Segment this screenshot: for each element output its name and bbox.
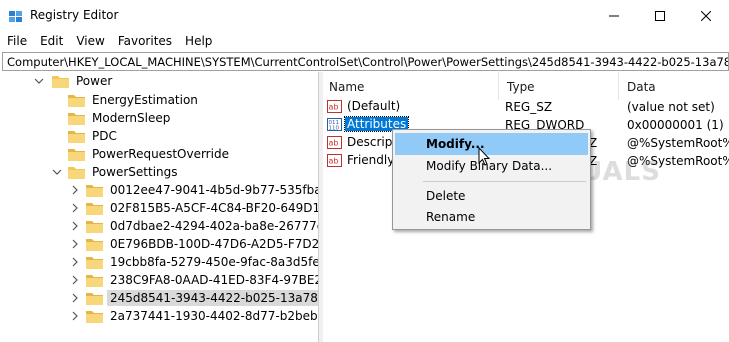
tree-item-label: ModernSleep [92, 111, 171, 125]
tree-item-guid[interactable]: 0d7dbae2-4294-402a-ba8e-26777e848 [70, 217, 318, 235]
menu-bar: File Edit View Favorites Help [0, 31, 729, 51]
tree-item-guid[interactable]: 238C9FA8-0AAD-41ED-83F4-97BE242 [70, 271, 318, 289]
folder-icon [86, 238, 103, 251]
folder-icon [86, 220, 103, 233]
menu-file[interactable]: File [0, 31, 33, 51]
value-row[interactable]: ab (Default) REG_SZ (value not set) [323, 98, 729, 116]
svg-text:ab: ab [329, 139, 339, 148]
menu-item-modify[interactable]: Modify... [395, 133, 588, 155]
window-title: Registry Editor [30, 8, 119, 22]
tree-item-modernsleep[interactable]: ModernSleep [68, 109, 173, 127]
registry-tree[interactable]: Power EnergyEstimation ModernSleep PDC P… [2, 72, 318, 340]
chevron-right-icon[interactable] [70, 311, 80, 321]
maximize-button[interactable] [637, 0, 683, 31]
tree-item-guid-selected[interactable]: 245d8541-3943-4422-b025-13a784f67 [70, 289, 318, 307]
folder-icon [86, 310, 103, 323]
svg-text:ab: ab [329, 157, 339, 166]
folder-icon [86, 202, 103, 215]
tree-item-energyestimation[interactable]: EnergyEstimation [68, 91, 201, 109]
tree-item-guid[interactable]: 0012ee47-9041-4b5d-9b77-535fba8b1 [70, 181, 318, 199]
tree-item-label: Power [76, 74, 113, 88]
svg-text:ab: ab [329, 103, 339, 112]
chevron-right-icon[interactable] [70, 293, 80, 303]
tree-item-guid[interactable]: 0E796BDB-100D-47D6-A2D5-F7D2DA [70, 235, 318, 253]
tree-item-label: 2a737441-1930-4402-8d77-b2bebba3 [110, 309, 318, 323]
folder-icon [68, 130, 85, 143]
tree-item-label: PDC [92, 129, 117, 143]
folder-icon [68, 94, 85, 107]
menu-favorites[interactable]: Favorites [111, 31, 178, 51]
chevron-right-icon[interactable] [70, 185, 80, 195]
mouse-cursor-icon [478, 147, 490, 166]
close-icon [701, 10, 711, 21]
tree-item-guid[interactable]: 2a737441-1930-4402-8d77-b2bebba3 [70, 307, 318, 325]
column-header-type[interactable]: Type [499, 72, 619, 100]
folder-icon [68, 112, 85, 125]
tree-item-label: 0E796BDB-100D-47D6-A2D5-F7D2DA [110, 237, 318, 251]
chevron-right-icon[interactable] [70, 239, 80, 249]
tree-item-powerrequestoverride[interactable]: PowerRequestOverride [68, 145, 232, 163]
tree-item-pdc[interactable]: PDC [68, 127, 120, 145]
context-menu: Modify... Modify Binary Data... Delete R… [392, 129, 591, 230]
menu-item-modify-binary-data[interactable]: Modify Binary Data... [395, 155, 588, 177]
tree-item-label: PowerRequestOverride [92, 147, 229, 161]
tree-item-label: 238C9FA8-0AAD-41ED-83F4-97BE242 [110, 273, 318, 287]
folder-open-icon [52, 75, 69, 88]
tree-item-label: 0012ee47-9041-4b5d-9b77-535fba8b1 [110, 183, 318, 197]
chevron-right-icon[interactable] [70, 275, 80, 285]
registry-editor-icon [9, 11, 22, 22]
menu-item-delete[interactable]: Delete [395, 185, 588, 207]
folder-icon [86, 292, 103, 305]
value-name: (Default) [347, 99, 401, 113]
string-value-icon: ab [327, 154, 342, 167]
tree-item-label: PowerSettings [92, 165, 178, 179]
address-bar[interactable]: Computer\HKEY_LOCAL_MACHINE\SYSTEM\Curre… [2, 52, 729, 71]
chevron-right-icon[interactable] [70, 221, 80, 231]
chevron-down-icon[interactable] [34, 76, 44, 86]
chevron-down-icon[interactable] [52, 167, 62, 177]
tree-item-power[interactable]: Power [34, 72, 115, 90]
tree-item-label: 02F815B5-A5CF-4C84-BF20-649D1F7 [110, 201, 318, 215]
folder-icon [68, 148, 85, 161]
svg-text:110: 110 [329, 126, 340, 132]
tree-item-powersettings[interactable]: PowerSettings [52, 163, 181, 181]
value-data: @%SystemRoot%\ [627, 136, 729, 150]
maximize-icon [655, 10, 665, 21]
value-type: REG_SZ [505, 100, 553, 114]
minimize-button[interactable] [591, 0, 637, 31]
binary-value-icon: 011110 [327, 118, 342, 131]
chevron-right-icon[interactable] [70, 203, 80, 213]
string-value-icon: ab [327, 100, 342, 113]
menu-separator [423, 181, 586, 182]
folder-icon [86, 274, 103, 287]
tree-item-guid[interactable]: 02F815B5-A5CF-4C84-BF20-649D1F7 [70, 199, 318, 217]
tree-item-guid[interactable]: 19cbb8fa-5279-450e-9fac-8a3d5fedd0 [70, 253, 318, 271]
tree-item-label: 0d7dbae2-4294-402a-ba8e-26777e848 [110, 219, 318, 233]
column-header-data[interactable]: Data [619, 72, 729, 100]
chevron-right-icon[interactable] [70, 257, 80, 267]
title-bar: Registry Editor [0, 0, 729, 31]
folder-icon [86, 184, 103, 197]
value-data: (value not set) [627, 100, 715, 114]
menu-edit[interactable]: Edit [33, 31, 69, 51]
column-header-name[interactable]: Name [323, 72, 499, 100]
folder-icon [86, 256, 103, 269]
folder-open-icon [68, 166, 85, 179]
list-header: Name Type Data [323, 72, 729, 100]
menu-item-rename[interactable]: Rename [395, 206, 588, 228]
menu-help[interactable]: Help [178, 31, 218, 51]
minimize-icon [609, 15, 619, 16]
menu-view[interactable]: View [69, 31, 110, 51]
tree-item-label: EnergyEstimation [92, 93, 198, 107]
tree-item-label: 19cbb8fa-5279-450e-9fac-8a3d5fedd0 [110, 255, 318, 269]
string-value-icon: ab [327, 136, 342, 149]
close-button[interactable] [683, 0, 729, 31]
tree-item-label: 245d8541-3943-4422-b025-13a784f67 [107, 290, 318, 306]
value-data: 0x00000001 (1) [627, 118, 724, 132]
